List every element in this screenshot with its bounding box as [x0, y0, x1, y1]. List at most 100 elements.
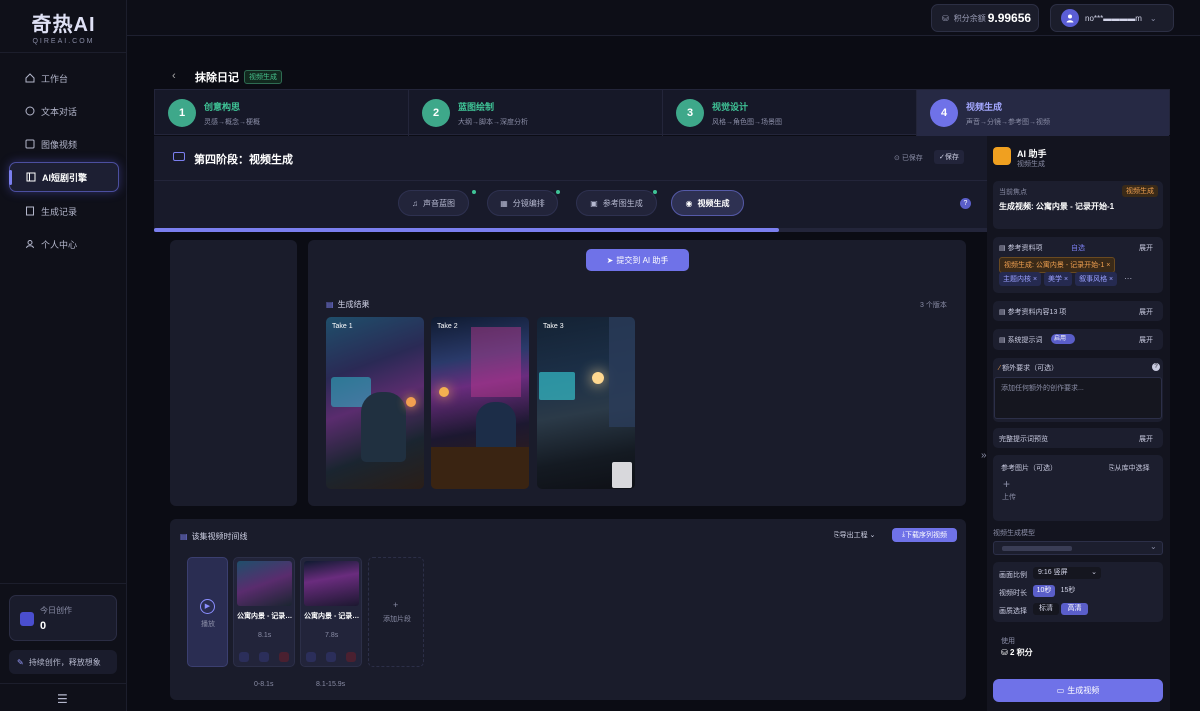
reference-content-row[interactable]: ▤ 参考资料内容13 项 展开 — [993, 301, 1163, 321]
saved-text: 已保存 — [901, 155, 923, 162]
today-stats-card: 今日创作 0 — [9, 595, 117, 641]
tab-video-generation[interactable]: ◉ 视频生成 — [671, 190, 744, 216]
take-2-thumbnail[interactable]: Take 2 — [431, 317, 529, 489]
step-4[interactable]: 4 视频生成 声音→分镜→参考图→视频 — [917, 90, 1169, 136]
extra-requirements-input[interactable]: 添加任何额外的创作要求... — [994, 377, 1162, 419]
back-arrow-icon[interactable]: ‹ — [172, 70, 176, 82]
sidebar-item-history[interactable]: 生成记录 — [9, 196, 119, 226]
step-title: 视觉设计 — [712, 101, 749, 112]
brand-subtitle: QIREAI.COM — [32, 38, 95, 45]
help-icon[interactable]: ? — [960, 198, 971, 209]
timeline-header: ▤ 该集视频时间线 — [180, 531, 248, 542]
model-label: 视频生成模型 — [993, 530, 1035, 537]
swap-icon[interactable] — [326, 652, 336, 662]
ratio-value: 9:16 竖屏 — [1038, 569, 1068, 576]
download-sequence-button[interactable]: ⤓ 下载序列视频 — [892, 528, 957, 542]
more-icon[interactable]: ··· — [1124, 274, 1132, 283]
tab-reference-images[interactable]: ▣ 参考图生成 — [576, 190, 657, 216]
sidebar-item-workbench[interactable]: 工作台 — [9, 63, 119, 93]
save-button[interactable]: ✓ 保存 — [934, 150, 964, 164]
timeline-clip-2[interactable]: 公寓内景 - 记录… 7.8s — [300, 557, 362, 667]
sidebar-item-profile[interactable]: 个人中心 — [9, 229, 119, 259]
upload-label[interactable]: 上传 — [1002, 492, 1016, 502]
quality-option-sd[interactable]: 标清 — [1033, 603, 1059, 615]
quality-label: 画质选择 — [999, 608, 1027, 615]
active-indicator — [9, 170, 12, 185]
page-status-tag: 视频生成 — [244, 70, 282, 84]
take-1-thumbnail[interactable]: Take 1 — [326, 317, 424, 489]
clip-thumbnail — [237, 561, 292, 606]
pencil-icon: ⁄ — [999, 365, 1001, 372]
from-library-label: 从库中选择 — [1114, 465, 1150, 472]
add-clip-label: 添加片段 — [383, 616, 411, 623]
export-project-button[interactable]: ⎘导出工程 ⌄ — [834, 530, 875, 540]
from-library-button[interactable]: ⎘从库中选择 — [1109, 463, 1150, 473]
play-icon: ▶ — [200, 599, 215, 614]
model-select[interactable]: ⌄ — [993, 541, 1163, 555]
take-3-thumbnail[interactable]: Take 3 — [537, 317, 635, 489]
ref-content-expand[interactable]: 展开 — [1139, 307, 1153, 317]
ref-pill[interactable]: 视频生成: 公寓内景 - 记录开始-1 × — [999, 257, 1116, 273]
clock-icon[interactable] — [239, 652, 249, 662]
step-3[interactable]: 3 视觉设计 风格→角色图→场景图 — [663, 90, 917, 136]
duration-option-15s[interactable]: 15秒 — [1057, 585, 1079, 597]
sidebar-item-label: 工作台 — [41, 73, 69, 84]
swap-icon[interactable] — [259, 652, 269, 662]
credits-balance[interactable]: ⛁ 积分余额 9.99656 — [931, 4, 1039, 32]
ref-pill[interactable]: 叙事风格 × — [1075, 272, 1118, 286]
full-prompt-expand[interactable]: 展开 — [1139, 434, 1153, 444]
clip-duration: 7.8s — [325, 632, 339, 639]
user-menu[interactable]: no***▬▬▬▬m ⌄ — [1050, 4, 1174, 32]
generate-video-button[interactable]: ▭ 生成视频 — [993, 679, 1163, 702]
step-1[interactable]: 1 创意构思 灵感→概念→梗概 — [155, 90, 409, 136]
redacted-value — [1002, 546, 1072, 551]
ref-pill[interactable]: 主题内核 × — [999, 272, 1042, 286]
tab-storyboard[interactable]: ▦ 分镜编排 — [487, 190, 558, 216]
timeline-clip-1[interactable]: 公寓内景 - 记录… 8.1s — [233, 557, 295, 667]
assistant-icon — [993, 147, 1011, 165]
submit-label: 提交到 AI 助手 — [616, 255, 669, 265]
user-name: no***▬▬▬▬m — [1085, 13, 1142, 23]
menu-icon[interactable]: ☰ — [57, 692, 68, 706]
user-icon — [25, 239, 35, 249]
duration-option-10s[interactable]: 10秒 — [1033, 585, 1055, 597]
quality-option-hd[interactable]: 高清 — [1061, 603, 1088, 615]
results-title: 生成结果 — [337, 300, 370, 309]
film-icon — [26, 172, 36, 182]
film-icon: ▤ — [180, 532, 188, 541]
submit-to-assistant-button[interactable]: ➤ 提交到 AI 助手 — [586, 249, 689, 271]
step-number: 4 — [930, 99, 958, 127]
full-prompt-preview-row[interactable]: 完整提示词预览 展开 — [993, 428, 1163, 448]
info-icon[interactable]: ? — [1152, 363, 1160, 371]
tab-sound-blueprint[interactable]: ♫ 声音蓝图 — [398, 190, 469, 216]
sys-prompt-expand[interactable]: 展开 — [1139, 335, 1153, 345]
tab-label: 视频生成 — [697, 198, 730, 208]
play-timeline-button[interactable]: ▶ 播放 — [187, 557, 228, 667]
tab-label: 声音蓝图 — [423, 198, 455, 208]
sys-prompt-toggle[interactable]: 启用 — [1051, 334, 1075, 344]
ratio-select[interactable]: 9:16 竖屏 ⌄ — [1033, 567, 1101, 579]
collapse-panel-icon[interactable]: » — [981, 450, 987, 461]
trash-icon[interactable] — [346, 652, 356, 662]
sidebar-item-ai-drama[interactable]: AI短剧引擎 — [9, 162, 119, 192]
add-clip-button[interactable]: + 添加片段 — [368, 557, 424, 667]
clock-icon[interactable] — [306, 652, 316, 662]
image-icon — [25, 139, 35, 149]
image-icon: ▣ — [590, 198, 598, 208]
extra-label-text: 额外要求（可选） — [1002, 365, 1059, 372]
plus-icon[interactable]: + — [1003, 477, 1010, 491]
ref-pill[interactable]: 美学 × — [1044, 272, 1073, 286]
brand-logo[interactable]: 奇热AI — [0, 8, 127, 37]
ratio-label: 画面比例 — [999, 572, 1027, 579]
step-2[interactable]: 2 蓝图绘制 大纲→脚本→深度分析 — [409, 90, 663, 136]
ref-pill-row: 视频生成: 公寓内景 - 记录开始-1 × — [999, 257, 1159, 273]
clip-title: 公寓内景 - 记录… — [237, 613, 293, 620]
sidebar-item-image-video[interactable]: 图像视频 — [9, 129, 119, 159]
ref-auto[interactable]: 自选 — [1071, 243, 1085, 253]
ref-expand-button[interactable]: 展开 — [1139, 243, 1153, 253]
sidebar-item-text-chat[interactable]: 文本对话 — [9, 96, 119, 126]
trash-icon[interactable] — [279, 652, 289, 662]
chevron-down-icon: ⌄ — [1150, 542, 1157, 551]
tab-label: 参考图生成 — [602, 198, 643, 208]
play-label: 播放 — [201, 621, 215, 628]
